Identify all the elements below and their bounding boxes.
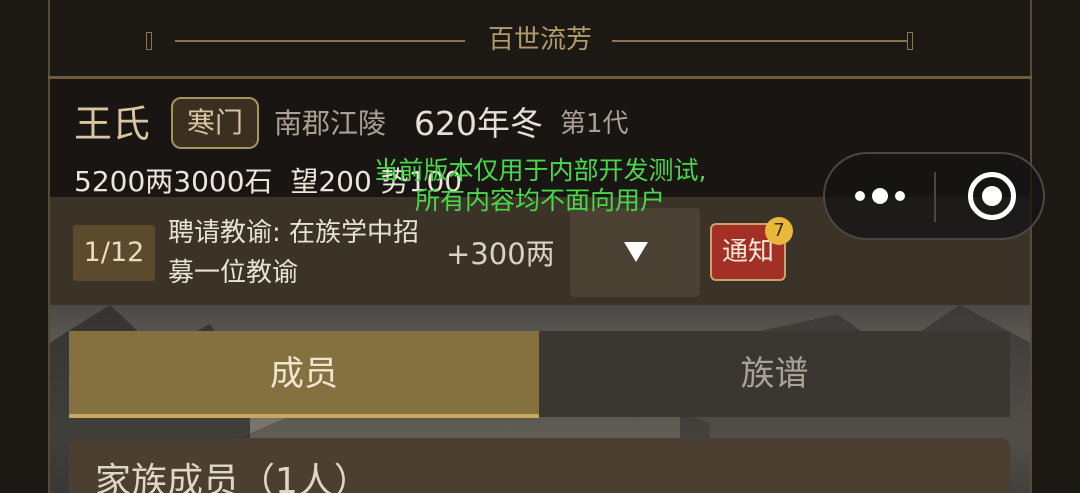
tab-members[interactable]: 成员 xyxy=(69,331,539,418)
app-screen: 百世流芳 王氏 寒门 南郡江陵 620年冬 第1代 5200两3000石 望20… xyxy=(0,0,1080,493)
more-dots-icon[interactable] xyxy=(825,154,935,238)
page-title: 百世流芳 xyxy=(487,25,592,55)
notify-count-badge: 7 xyxy=(765,217,793,245)
capsule-divider xyxy=(934,172,936,222)
task-description[interactable]: 聘请教谕: 在族学中招募一位教谕 xyxy=(168,213,438,293)
title-ornament-left xyxy=(146,32,152,50)
title-divider-right xyxy=(612,40,908,42)
task-dropdown-button[interactable] xyxy=(570,208,700,297)
title-divider-left xyxy=(175,40,465,42)
mini-program-capsule xyxy=(823,152,1045,240)
title-ornament-right xyxy=(907,32,913,50)
game-date: 620年冬 xyxy=(414,104,543,143)
frame-right-border xyxy=(1030,0,1032,493)
clan-resources: 5200两3000石 望200 势100 xyxy=(74,165,463,198)
dot xyxy=(855,191,865,201)
dot xyxy=(872,188,888,204)
triangle-down-icon xyxy=(624,242,648,262)
target-close-icon[interactable] xyxy=(937,154,1043,238)
clan-rank-badge: 寒门 xyxy=(171,97,259,149)
tab-genealogy[interactable]: 族谱 xyxy=(539,331,1010,417)
clan-location: 南郡江陵 xyxy=(274,107,387,140)
close-core xyxy=(982,186,1002,206)
task-reward: +300两 xyxy=(446,237,555,271)
dot xyxy=(895,191,905,201)
task-counter[interactable]: 1/12 xyxy=(73,225,155,281)
clan-name: 王氏 xyxy=(74,102,151,146)
member-panel-title: 家族成员（1人） xyxy=(95,461,370,493)
clan-generation: 第1代 xyxy=(560,109,629,139)
